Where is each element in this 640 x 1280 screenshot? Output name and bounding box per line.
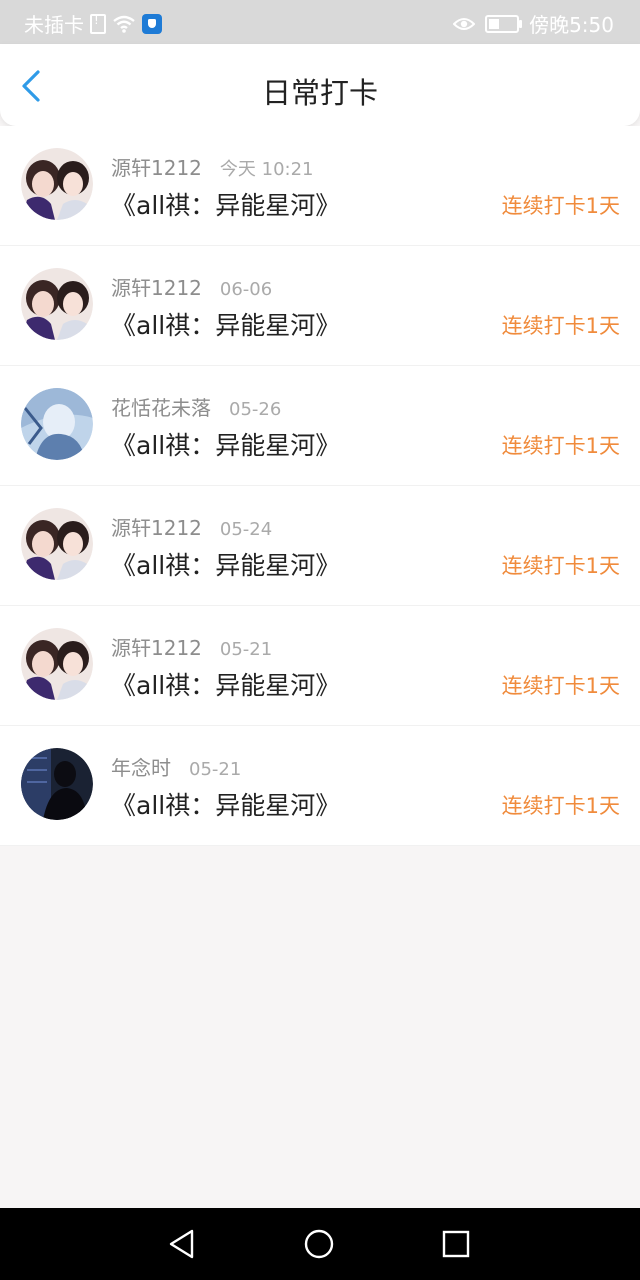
page-title: 日常打卡 — [261, 76, 378, 110]
clock: 傍晚5:50 — [529, 13, 614, 37]
checkin-list: 源轩1212 今天 10:21 《all祺：异能星河》 连续打卡1天 源轩1212… — [0, 126, 640, 846]
book-title: 《all祺：异能星河》 — [111, 431, 341, 460]
list-item[interactable]: 花恬花未落 05-26 《all祺：异能星河》 连续打卡1天 — [0, 366, 640, 486]
list-item[interactable]: 源轩1212 今天 10:21 《all祺：异能星河》 连续打卡1天 — [0, 126, 640, 246]
book-title: 《all祺：异能星河》 — [111, 671, 341, 700]
user-name: 年念时 05-21 — [111, 756, 242, 780]
status-left: 未插卡 — [24, 9, 162, 38]
app-header: 日常打卡 — [0, 44, 640, 126]
user-name: 源轩1212 05-24 — [111, 516, 273, 540]
streak-label: 连续打卡1天 — [501, 554, 620, 578]
user-name: 源轩1212 今天 10:21 — [111, 156, 314, 180]
book-title: 《all祺：异能星河》 — [111, 191, 341, 220]
checkin-time: 今天 10:21 — [219, 159, 314, 180]
streak-label: 连续打卡1天 — [501, 674, 620, 698]
battery-icon — [485, 14, 523, 33]
avatar[interactable] — [21, 148, 93, 220]
book-title: 《all祺：异能星河》 — [111, 791, 341, 820]
book-title: 《all祺：异能星河》 — [111, 311, 341, 340]
wifi-icon — [113, 15, 135, 33]
avatar[interactable] — [21, 748, 93, 820]
checkin-time: 06-06 — [219, 279, 273, 300]
eye-icon — [453, 17, 476, 30]
nav-recents-icon[interactable] — [440, 1228, 472, 1260]
system-nav-bar — [0, 1208, 640, 1280]
streak-label: 连续打卡1天 — [501, 314, 620, 338]
list-item[interactable]: 源轩1212 06-06 《all祺：异能星河》 连续打卡1天 — [0, 246, 640, 366]
checkin-time: 05-21 — [189, 759, 242, 780]
streak-label: 连续打卡1天 — [501, 794, 620, 818]
shield-icon — [142, 13, 162, 34]
nav-back-icon[interactable] — [166, 1228, 198, 1260]
list-item[interactable]: 源轩1212 05-21 《all祺：异能星河》 连续打卡1天 — [0, 606, 640, 726]
streak-label: 连续打卡1天 — [501, 434, 620, 458]
status-bar: 未插卡 傍晚5:50 — [0, 0, 640, 44]
user-name: 花恬花未落 05-26 — [111, 396, 282, 420]
checkin-time: 05-21 — [219, 639, 273, 660]
book-title: 《all祺：异能星河》 — [111, 551, 341, 580]
avatar[interactable] — [21, 388, 93, 460]
list-item[interactable]: 源轩1212 05-24 《all祺：异能星河》 连续打卡1天 — [0, 486, 640, 606]
carrier-label: 未插卡 — [24, 13, 84, 37]
list-item[interactable]: 年念时 05-21 《all祺：异能星河》 连续打卡1天 — [0, 726, 640, 846]
checkin-time: 05-26 — [229, 399, 282, 420]
user-name: 源轩1212 05-21 — [111, 636, 273, 660]
streak-label: 连续打卡1天 — [501, 194, 620, 218]
avatar[interactable] — [21, 628, 93, 700]
avatar[interactable] — [21, 508, 93, 580]
sim-alert-icon — [90, 13, 106, 34]
user-name: 源轩1212 06-06 — [111, 276, 273, 300]
nav-home-icon[interactable] — [303, 1228, 335, 1260]
checkin-time: 05-24 — [219, 519, 273, 540]
status-right: 傍晚5:50 — [453, 9, 614, 38]
avatar[interactable] — [21, 268, 93, 340]
